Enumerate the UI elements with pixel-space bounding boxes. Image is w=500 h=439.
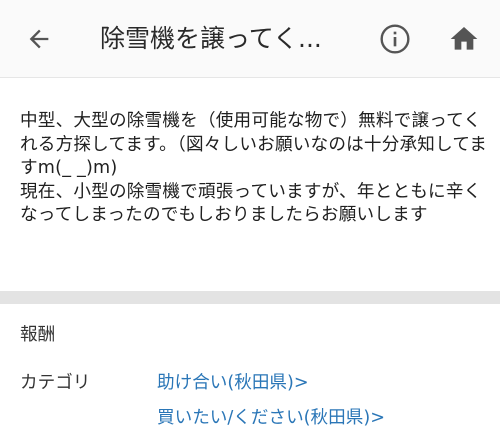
app-bar: 除雪機を譲ってく...	[0, 0, 500, 78]
info-icon	[380, 24, 410, 54]
arrow-back-icon	[29, 29, 49, 49]
post-description: 中型、大型の除雪機を（使用可能な物で）無料で譲ってくれる方探してます。（図々しい…	[20, 111, 488, 226]
section-divider	[0, 291, 500, 304]
back-button[interactable]	[22, 22, 56, 56]
reward-label: 報酬	[20, 325, 56, 345]
info-button[interactable]	[378, 22, 412, 56]
home-icon	[450, 27, 478, 50]
home-button[interactable]	[447, 22, 481, 56]
category-link-mutual-help[interactable]: 助け合い(秋田県)>	[157, 371, 309, 395]
category-link-want-to-buy[interactable]: 買いたい/ください(秋田県)>	[157, 406, 385, 430]
category-label: カテゴリ	[20, 373, 91, 393]
page-title: 除雪機を譲ってく...	[100, 24, 322, 53]
